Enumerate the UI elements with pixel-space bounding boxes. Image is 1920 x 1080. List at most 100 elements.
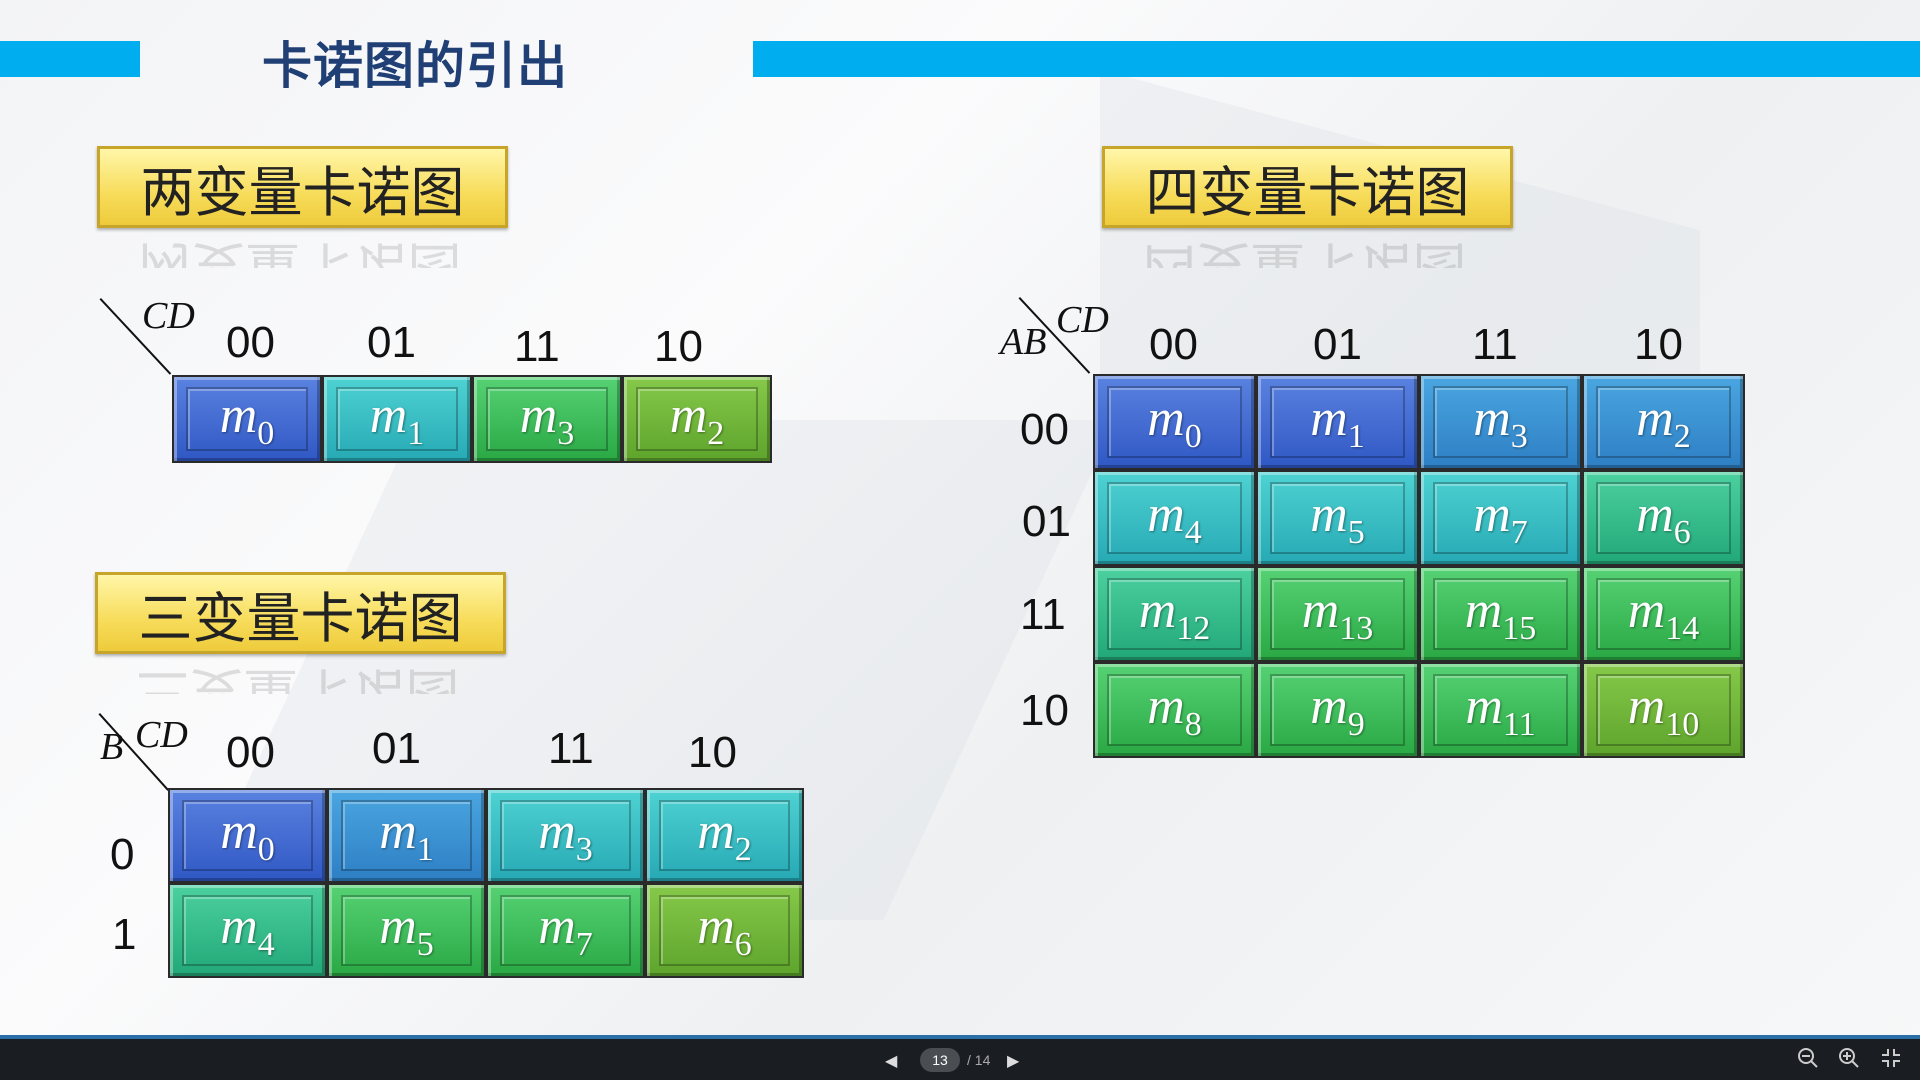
four-var-col-header: 11 — [1472, 320, 1518, 369]
viewer-toolbar: ◀ 13 / 14 ▶ — [0, 1035, 1920, 1080]
minterm-label: m11 — [1465, 677, 1535, 744]
minterm-index: 4 — [1184, 513, 1202, 551]
four-var-cell: m9 — [1256, 662, 1419, 758]
minterm-index: 6 — [1673, 513, 1691, 551]
minterm-index: 14 — [1665, 609, 1700, 647]
minterm-index: 3 — [575, 831, 593, 868]
four-var-cell: m14 — [1582, 566, 1745, 662]
minterm-symbol: m — [379, 803, 417, 860]
slide: 卡诺图的引出 两变量卡诺图 两变量卡诺图 CD 00 01 11 10 m0 m1… — [0, 0, 1920, 1035]
four-var-cell: m4 — [1093, 470, 1256, 566]
title-bar-left — [0, 41, 140, 77]
minterm-symbol: m — [220, 803, 258, 860]
minterm-label: m6 — [1636, 485, 1691, 552]
three-var-col-header: 00 — [226, 728, 275, 777]
minterm-index: 0 — [1184, 417, 1202, 455]
two-var-col-var: CD — [142, 295, 195, 337]
three-var-row-header: 1 — [112, 910, 137, 959]
minterm-symbol: m — [220, 898, 258, 955]
four-var-cell: m2 — [1582, 374, 1745, 470]
minterm-symbol: m — [538, 898, 576, 955]
minterm-label: m3 — [1473, 389, 1528, 456]
four-var-cell: m11 — [1419, 662, 1582, 758]
minterm-index: 13 — [1339, 609, 1374, 647]
four-var-col-header: 01 — [1313, 320, 1362, 369]
minterm-symbol: m — [1465, 677, 1503, 735]
minterm-label: m3 — [520, 386, 575, 453]
minterm-symbol: m — [538, 803, 576, 860]
four-var-row-header: 01 — [1022, 497, 1071, 546]
minterm-index: 2 — [707, 414, 725, 452]
minterm-index: 7 — [575, 926, 593, 963]
minterm-label: m12 — [1139, 581, 1211, 648]
minterm-symbol: m — [1627, 581, 1666, 639]
four-var-row-header: 11 — [1020, 590, 1066, 639]
four-var-col-var: CD — [1056, 299, 1109, 341]
three-var-row-header: 0 — [110, 830, 135, 879]
minterm-label: m0 — [220, 386, 275, 453]
minterm-index: 2 — [734, 831, 752, 868]
four-var-cell: m7 — [1419, 470, 1582, 566]
four-var-label: 四变量卡诺图 — [1102, 146, 1513, 228]
minterm-index: 6 — [734, 926, 752, 963]
minterm-index: 15 — [1502, 609, 1537, 647]
minterm-symbol: m — [369, 386, 408, 444]
minterm-label: m5 — [379, 897, 434, 964]
minterm-symbol: m — [1147, 389, 1185, 447]
minterm-symbol: m — [1636, 485, 1674, 543]
minterm-index: 0 — [257, 831, 275, 868]
minterm-index: 5 — [1347, 513, 1365, 551]
minterm-index: 1 — [416, 831, 434, 868]
minterm-symbol: m — [379, 898, 417, 955]
minterm-index: 7 — [1510, 513, 1528, 551]
four-var-row-header: 00 — [1020, 405, 1069, 454]
minterm-symbol: m — [697, 898, 735, 955]
minterm-symbol: m — [219, 386, 258, 444]
minterm-label: m13 — [1302, 581, 1374, 648]
minterm-label: m1 — [1310, 389, 1365, 456]
three-var-col-header: 10 — [688, 728, 737, 777]
minterm-symbol: m — [1464, 581, 1503, 639]
zoom-in-icon[interactable] — [1838, 1047, 1860, 1075]
minterm-symbol: m — [1147, 677, 1185, 735]
minterm-index: 4 — [257, 926, 275, 963]
minterm-symbol: m — [519, 386, 558, 444]
next-page-icon[interactable]: ▶ — [1007, 1051, 1019, 1071]
exit-fullscreen-icon[interactable] — [1880, 1047, 1902, 1075]
prev-page-icon[interactable]: ◀ — [885, 1051, 897, 1071]
four-var-cell: m12 — [1093, 566, 1256, 662]
minterm-symbol: m — [1310, 485, 1348, 543]
page-number-input[interactable]: 13 — [920, 1048, 960, 1072]
title-bar-right — [753, 41, 1920, 77]
two-var-cell: m3 — [472, 375, 622, 463]
minterm-symbol: m — [1627, 677, 1666, 735]
minterm-label: m7 — [1473, 485, 1528, 552]
minterm-label: m4 — [220, 897, 275, 964]
four-var-cell: m13 — [1256, 566, 1419, 662]
minterm-index: 3 — [1510, 417, 1528, 455]
minterm-label: m10 — [1628, 677, 1700, 744]
minterm-symbol: m — [697, 803, 735, 860]
two-var-col-header: 00 — [226, 318, 275, 367]
four-var-row-var: AB — [1000, 321, 1047, 363]
minterm-index: 5 — [416, 926, 434, 963]
three-var-label: 三变量卡诺图 — [95, 572, 506, 654]
zoom-out-icon[interactable] — [1797, 1047, 1819, 1075]
minterm-label: m2 — [670, 386, 725, 453]
minterm-label: m0 — [220, 802, 275, 869]
minterm-symbol: m — [1310, 677, 1348, 735]
minterm-index: 8 — [1184, 705, 1202, 743]
four-var-label-reflection: 四变量卡诺图 — [1142, 235, 1467, 268]
slide-title: 卡诺图的引出 — [262, 37, 568, 95]
minterm-label: m1 — [379, 802, 434, 869]
three-var-cell: m7 — [486, 883, 645, 978]
three-var-col-header: 01 — [372, 724, 421, 773]
minterm-index: 10 — [1665, 705, 1700, 743]
minterm-symbol: m — [1473, 389, 1511, 447]
minterm-index: 1 — [407, 414, 425, 452]
minterm-index: 9 — [1347, 705, 1365, 743]
minterm-index: 12 — [1176, 609, 1211, 647]
minterm-symbol: m — [1147, 485, 1185, 543]
three-var-cell: m0 — [168, 788, 327, 883]
minterm-symbol: m — [669, 386, 708, 444]
